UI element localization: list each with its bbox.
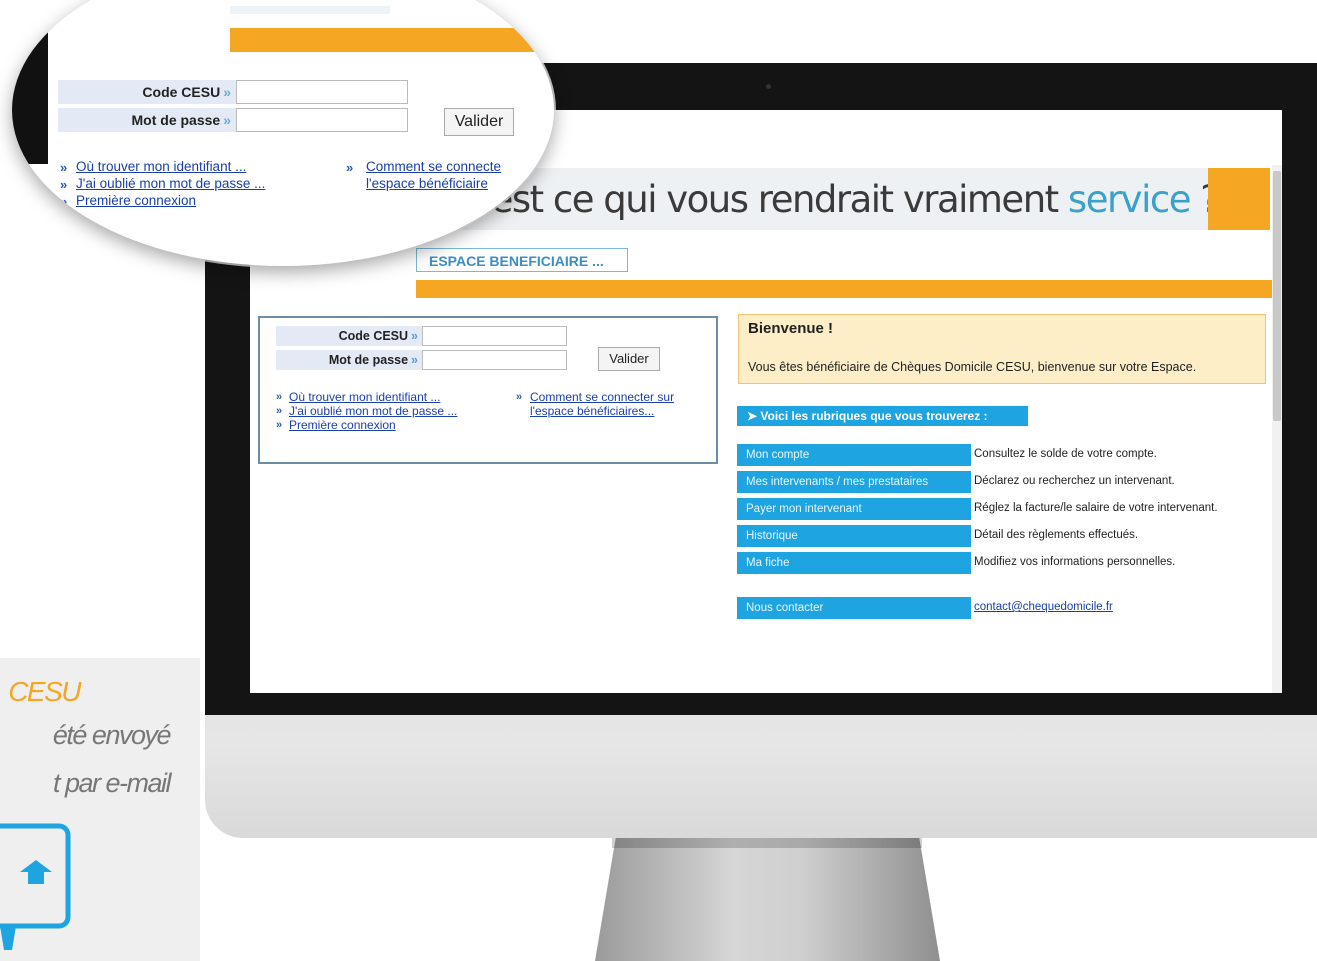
tab-espace-beneficiaire[interactable]: ESPACE BENEFICIAIRE ...	[416, 248, 628, 272]
chevron-right-icon: »	[411, 353, 418, 367]
mag-password-label: Mot de passe»	[58, 108, 236, 132]
rubrique-desc: Modifiez vos informations personnelles.	[974, 556, 1176, 568]
promo-panel: CESU été envoyé t par e-mail	[0, 658, 200, 961]
scrollbar-thumb[interactable]	[1273, 171, 1281, 421]
rubriques-header: ➤ Voici les rubriques que vous trouverez…	[737, 406, 1028, 426]
welcome-text: Vous êtes bénéficiaire de Chèques Domici…	[748, 360, 1197, 374]
bullet-icon: »	[60, 160, 68, 175]
rubrique-payer[interactable]: Payer mon intervenant	[737, 498, 971, 520]
mag-password-input[interactable]	[236, 108, 408, 132]
mag-valider-button[interactable]: Valider	[444, 108, 514, 136]
rubrique-intervenants[interactable]: Mes intervenants / mes prestataires	[737, 471, 971, 493]
password-label: Mot de passe»	[276, 350, 422, 370]
valider-button[interactable]: Valider	[598, 347, 660, 371]
link-how-to-connect-line2[interactable]: l'espace bénéficiaires...	[530, 404, 654, 418]
code-cesu-label: Code CESU»	[276, 326, 422, 346]
login-box: Code CESU» Mot de passe» Valider » Où tr…	[258, 316, 718, 464]
chevron-right-icon: »	[411, 329, 418, 343]
mag-password-text: Mot de passe	[131, 112, 221, 128]
promo-line-1: CESU	[8, 676, 81, 707]
rubrique-historique[interactable]: Historique	[737, 525, 971, 547]
hero-text-main: u'est ce qui vous rendrait vraiment	[460, 178, 1068, 221]
stand-shadow	[612, 838, 922, 848]
bullet-icon: »	[346, 160, 354, 175]
hero-headline: u'est ce qui vous rendrait vraiment serv…	[460, 178, 1220, 221]
orange-divider	[416, 280, 1272, 298]
code-cesu-label-text: Code CESU	[338, 329, 409, 343]
promo-line-3: t par e-mail	[52, 768, 172, 798]
rubrique-contact[interactable]: Nous contacter	[737, 597, 971, 619]
magnifier-orange-bar	[230, 28, 554, 52]
password-input[interactable]	[422, 350, 567, 370]
rubrique-desc: Consultez le solde de votre compte.	[974, 448, 1157, 460]
link-forgot-password[interactable]: J'ai oublié mon mot de passe ...	[289, 404, 457, 418]
bullet-icon: »	[276, 419, 283, 431]
promo-line-2: été envoyé	[52, 720, 172, 750]
link-first-login[interactable]: Première connexion	[289, 418, 396, 432]
chevron-right-icon: »	[223, 84, 231, 100]
rubrique-desc: Détail des règlements effectués.	[974, 529, 1139, 541]
camera-icon	[766, 84, 771, 89]
link-how-to-connect[interactable]: Comment se connecter sur	[530, 390, 674, 404]
mag-code-cesu-label: Code CESU»	[58, 80, 236, 104]
bullet-icon: »	[60, 177, 68, 192]
hero-orange-block	[1208, 168, 1270, 230]
bullet-icon: »	[276, 391, 283, 403]
mag-link-how-to-connect-line2[interactable]: l'espace bénéficiaire	[366, 176, 488, 191]
rubrique-desc: Déclarez ou recherchez un intervenant.	[974, 475, 1175, 487]
bullet-icon: »	[516, 391, 523, 403]
computer-icon	[0, 823, 71, 950]
mag-link-forgot-password[interactable]: J'ai oublié mon mot de passe ...	[76, 176, 265, 191]
magnifier-bezel	[12, 24, 48, 164]
rubrique-mon-compte[interactable]: Mon compte	[737, 444, 971, 466]
contact-email-link[interactable]: contact@chequedomicile.fr	[974, 601, 1113, 613]
code-cesu-input[interactable]	[422, 326, 567, 346]
rubrique-ma-fiche[interactable]: Ma fiche	[737, 552, 971, 574]
welcome-box: Bienvenue ! Vous êtes bénéficiaire de Ch…	[738, 314, 1266, 384]
welcome-title: Bienvenue !	[748, 320, 834, 337]
magnifier-field-edge	[230, 6, 390, 14]
mag-code-cesu-text: Code CESU	[142, 84, 221, 100]
mag-link-find-identifier[interactable]: Où trouver mon identifiant ...	[76, 159, 246, 174]
bullet-icon: »	[60, 194, 68, 209]
mag-link-first-login[interactable]: Première connexion	[76, 193, 196, 208]
monitor-stand	[595, 838, 940, 961]
link-find-identifier[interactable]: Où trouver mon identifiant ...	[289, 390, 440, 404]
mag-link-how-to-connect[interactable]: Comment se connecte	[366, 159, 501, 174]
scrollbar[interactable]	[1272, 165, 1282, 693]
bullet-icon: »	[276, 405, 283, 417]
password-label-text: Mot de passe	[328, 353, 409, 367]
hero-text-accent: service	[1067, 178, 1192, 221]
rubrique-desc: Réglez la facture/le salaire de votre in…	[974, 502, 1218, 514]
mag-code-cesu-input[interactable]	[236, 80, 408, 104]
chevron-right-icon: »	[223, 112, 231, 128]
